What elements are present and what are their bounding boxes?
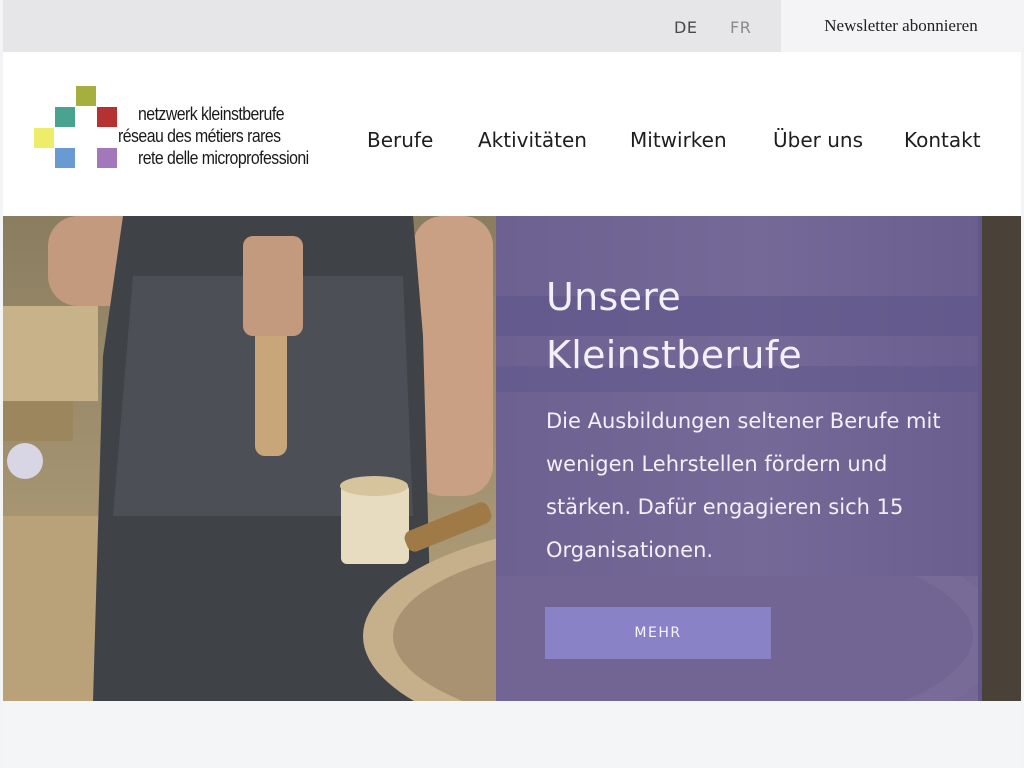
nav-aktivitaeten[interactable]: Aktivitäten: [478, 128, 587, 152]
top-bar: DE FR Newsletter abonnieren: [3, 0, 1021, 52]
hero-title: Unsere Kleinstberufe: [546, 268, 966, 384]
content-area: [3, 701, 1021, 768]
newsletter-subscribe-button[interactable]: Newsletter abonnieren: [781, 0, 1021, 52]
nav-ueber-uns[interactable]: Über uns: [773, 128, 863, 152]
logo-text-de: netzwerk kleinstberufe: [138, 104, 285, 124]
nav-kontakt[interactable]: Kontakt: [904, 128, 981, 152]
logo-square: [76, 86, 96, 106]
site-logo[interactable]: netzwerk kleinstberufe réseau des métier…: [33, 86, 333, 176]
language-fr-link[interactable]: FR: [730, 18, 751, 37]
nav-berufe[interactable]: Berufe: [367, 128, 433, 152]
logo-square: [55, 148, 75, 168]
logo-text-fr: réseau des métiers rares: [118, 126, 281, 146]
site-header: netzwerk kleinstberufe réseau des métier…: [3, 52, 1021, 216]
logo-square: [34, 128, 54, 148]
logo-text-it: rete delle microprofessioni: [138, 148, 309, 168]
nav-mitwirken[interactable]: Mitwirken: [630, 128, 727, 152]
page: DE FR Newsletter abonnieren netzwerk kle…: [3, 0, 1021, 768]
language-de-link[interactable]: DE: [674, 18, 697, 37]
hero-title-line: Unsere: [546, 275, 682, 319]
logo-square: [97, 148, 117, 168]
logo-square: [55, 107, 75, 127]
hero-description: Die Ausbildungen seltener Berufe mit wen…: [546, 409, 941, 562]
more-button[interactable]: MEHR: [545, 607, 771, 659]
hero-title-line: Kleinstberufe: [546, 333, 803, 377]
logo-square: [97, 107, 117, 127]
